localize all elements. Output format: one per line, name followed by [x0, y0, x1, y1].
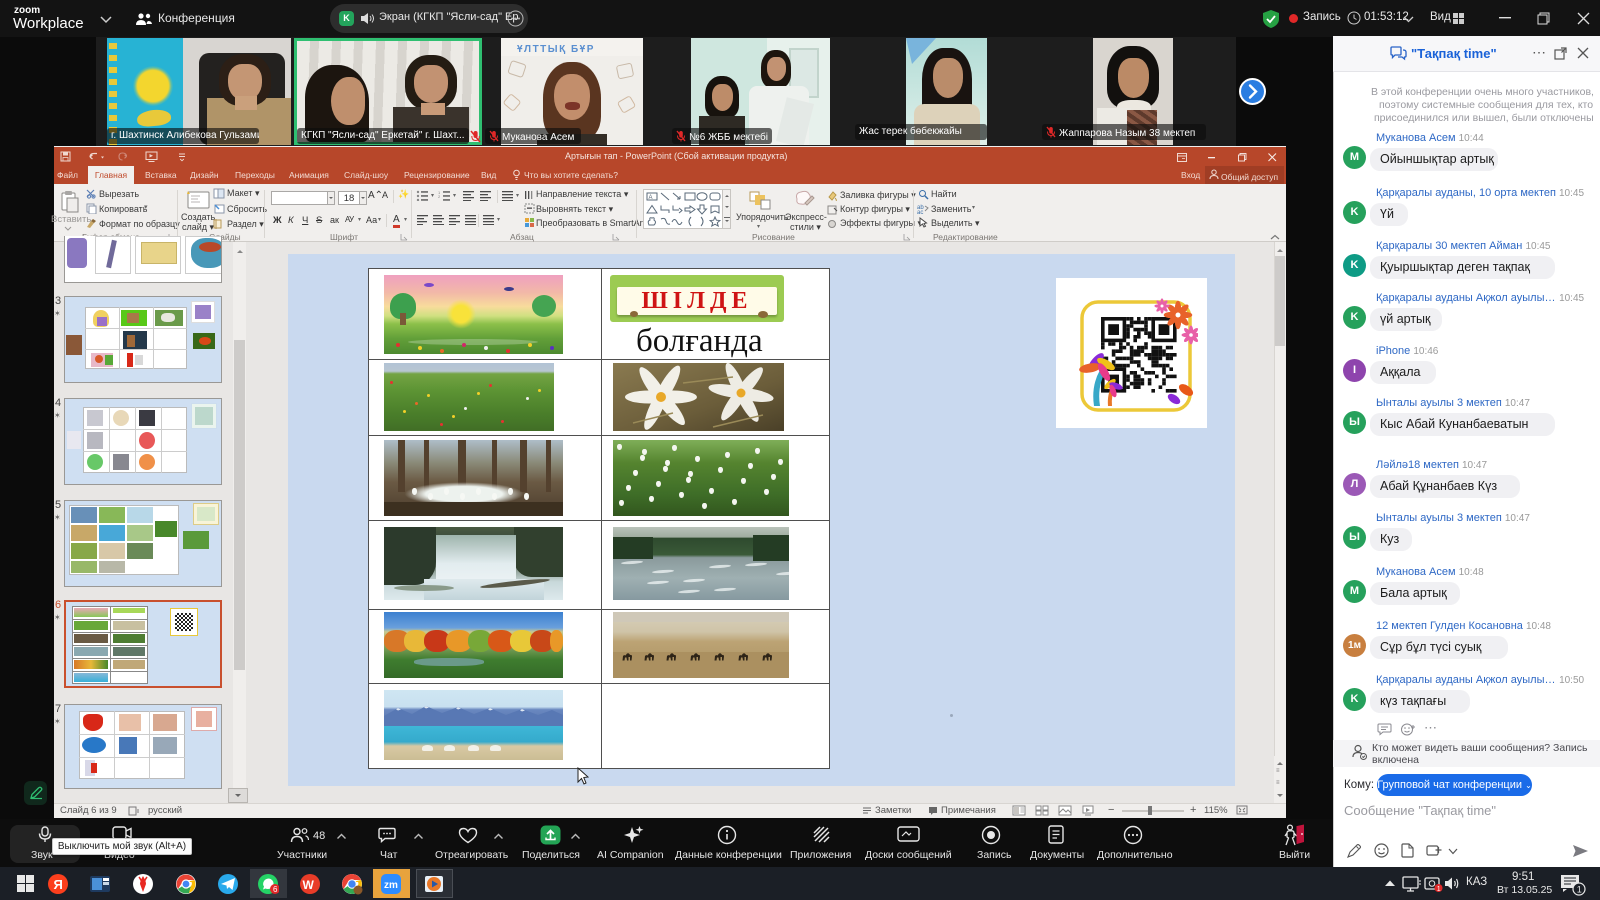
svg-text:6: 6 [273, 885, 278, 894]
svg-text:ас: ас [917, 210, 923, 214]
svg-text:Я: Я [54, 877, 63, 892]
svg-text:2: 2 [438, 194, 441, 199]
svg-text:1: 1 [1437, 886, 1441, 892]
svg-text:A: A [649, 195, 653, 201]
svg-text:W: W [303, 878, 315, 892]
svg-text:zm: zm [384, 880, 398, 891]
svg-text:1: 1 [1577, 885, 1582, 895]
